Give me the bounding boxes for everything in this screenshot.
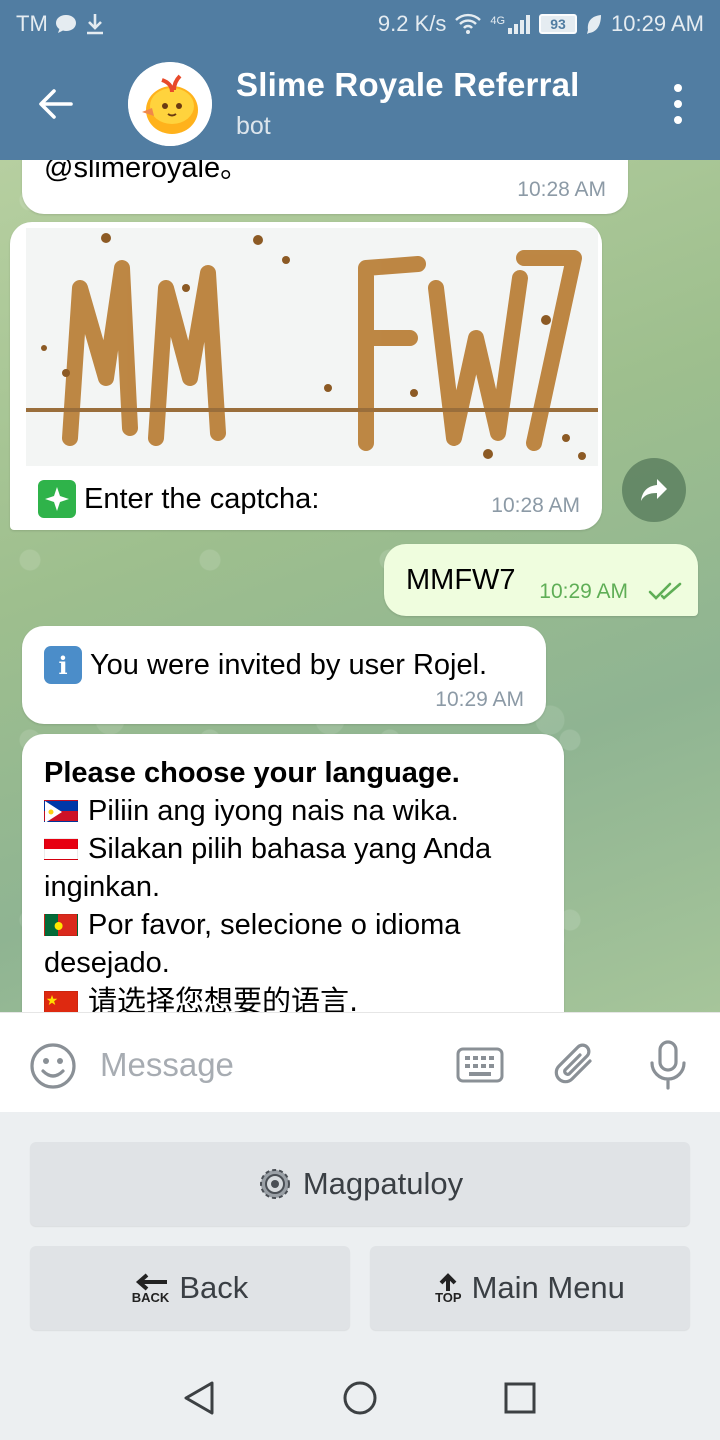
- china-flag-icon: [44, 991, 78, 1012]
- leaf-icon: [587, 15, 602, 34]
- chat-title[interactable]: Slime Royale Referral: [236, 66, 580, 104]
- download-icon: [86, 14, 103, 35]
- gear-icon: [259, 1169, 290, 1199]
- language-line-zh: 请选择您想要的语言.: [44, 982, 544, 1012]
- back-arrow-icon: [39, 89, 73, 119]
- bot-reply-keyboard: Magpatuloy BACK Back TOP Main Menu: [0, 1112, 720, 1354]
- nav-home-icon: [343, 1381, 377, 1415]
- battery-level: 93: [539, 14, 578, 34]
- message-bubble-outgoing[interactable]: MMFW7 10:29 AM: [384, 544, 698, 616]
- bot-keyboard-toggle[interactable]: [456, 1045, 504, 1090]
- nav-back-button[interactable]: [182, 1380, 216, 1421]
- status-time: 10:29 AM: [611, 11, 704, 36]
- system-navigation-bar: [0, 1354, 720, 1440]
- emoji-icon: [30, 1043, 76, 1089]
- status-bar: TM 9.2 K/s 4G 93 10:29 AM: [0, 0, 720, 48]
- message-bubble-invite[interactable]: i You were invited by user Rojel. 10:29 …: [22, 626, 546, 724]
- indonesia-flag-icon: [44, 838, 78, 860]
- main-menu-label: Main Menu: [471, 1270, 625, 1305]
- nav-home-button[interactable]: [342, 1380, 378, 1421]
- message-bubble-language[interactable]: Please choose your language. Piliin ang …: [22, 734, 564, 1012]
- network-type: 4G: [490, 15, 506, 27]
- language-line-id: Silakan pilih bahasa yang Anda inginkan.: [44, 833, 492, 903]
- language-line-pt: Por favor, selecione o idioma desejado.: [44, 909, 461, 979]
- bot-avatar[interactable]: [128, 62, 212, 146]
- signal-icon: [508, 15, 531, 34]
- nav-recents-button[interactable]: [504, 1382, 536, 1419]
- captcha-image[interactable]: [26, 228, 598, 466]
- nav-recents-icon: [504, 1382, 536, 1414]
- emoji-button[interactable]: [28, 1041, 78, 1096]
- double-check-icon: [648, 582, 682, 600]
- voice-record-button[interactable]: [646, 1039, 690, 1096]
- info-icon: i: [44, 646, 82, 684]
- message-text: Enter the captcha:: [84, 482, 320, 515]
- back-keyboard-button[interactable]: BACK Back: [30, 1246, 350, 1330]
- magpatuloy-label: Magpatuloy: [302, 1166, 464, 1201]
- portugal-flag-icon: [44, 914, 78, 936]
- chat-subtitle: bot: [236, 112, 271, 140]
- wifi-icon: [455, 13, 482, 34]
- message-time: 10:28 AM: [517, 178, 606, 201]
- top-emoji-icon: TOP: [435, 1272, 462, 1304]
- language-prompt-title: Please choose your language.: [44, 757, 460, 789]
- nav-back-icon: [184, 1381, 214, 1415]
- philippines-flag-icon: [44, 800, 78, 823]
- message-time: 10:29 AM: [435, 688, 524, 711]
- chat-notification-icon: [55, 15, 76, 33]
- slime-avatar-image: [128, 62, 212, 146]
- carrier-label: TM: [16, 11, 48, 36]
- forward-button[interactable]: [622, 458, 686, 522]
- forward-icon: [641, 479, 667, 501]
- sparkle-icon: [38, 480, 76, 518]
- message-text: You were invited by user Rojel.: [90, 648, 488, 681]
- keyboard-icon: [456, 1047, 504, 1083]
- magpatuloy-button[interactable]: Magpatuloy: [30, 1142, 690, 1226]
- back-emoji-icon: BACK: [132, 1272, 169, 1304]
- message-bubble-captcha[interactable]: Enter the captcha: 10:28 AM: [10, 222, 602, 530]
- mic-icon: [650, 1040, 686, 1090]
- message-time: 10:29 AM: [539, 580, 628, 603]
- attach-button[interactable]: [552, 1039, 600, 1094]
- paperclip-icon: [554, 1043, 592, 1084]
- main-menu-button[interactable]: TOP Main Menu: [370, 1246, 690, 1330]
- message-text: MMFW7: [406, 564, 516, 596]
- net-speed: 9.2 K/s: [377, 11, 447, 36]
- app-header-bar: TM 9.2 K/s 4G 93 10:29 AM Slime Royale R…: [0, 0, 720, 160]
- chat-history[interactable]: @slimeroyale。 10:28 AM Enter the captcha…: [0, 160, 720, 1012]
- more-options-button[interactable]: [666, 84, 690, 124]
- language-line-ph: Piliin ang iyong nais na wika.: [44, 792, 544, 830]
- message-time: 10:28 AM: [491, 494, 580, 517]
- message-text: @slimeroyale。: [44, 160, 250, 184]
- more-vert-icon: [674, 84, 682, 92]
- chat-header: Slime Royale Referral bot: [0, 54, 720, 154]
- back-label: Back: [179, 1270, 249, 1305]
- back-button[interactable]: [0, 54, 110, 154]
- message-input[interactable]: [100, 1043, 430, 1087]
- message-bubble-mention[interactable]: @slimeroyale。 10:28 AM: [22, 160, 628, 214]
- message-compose-bar: [0, 1012, 720, 1112]
